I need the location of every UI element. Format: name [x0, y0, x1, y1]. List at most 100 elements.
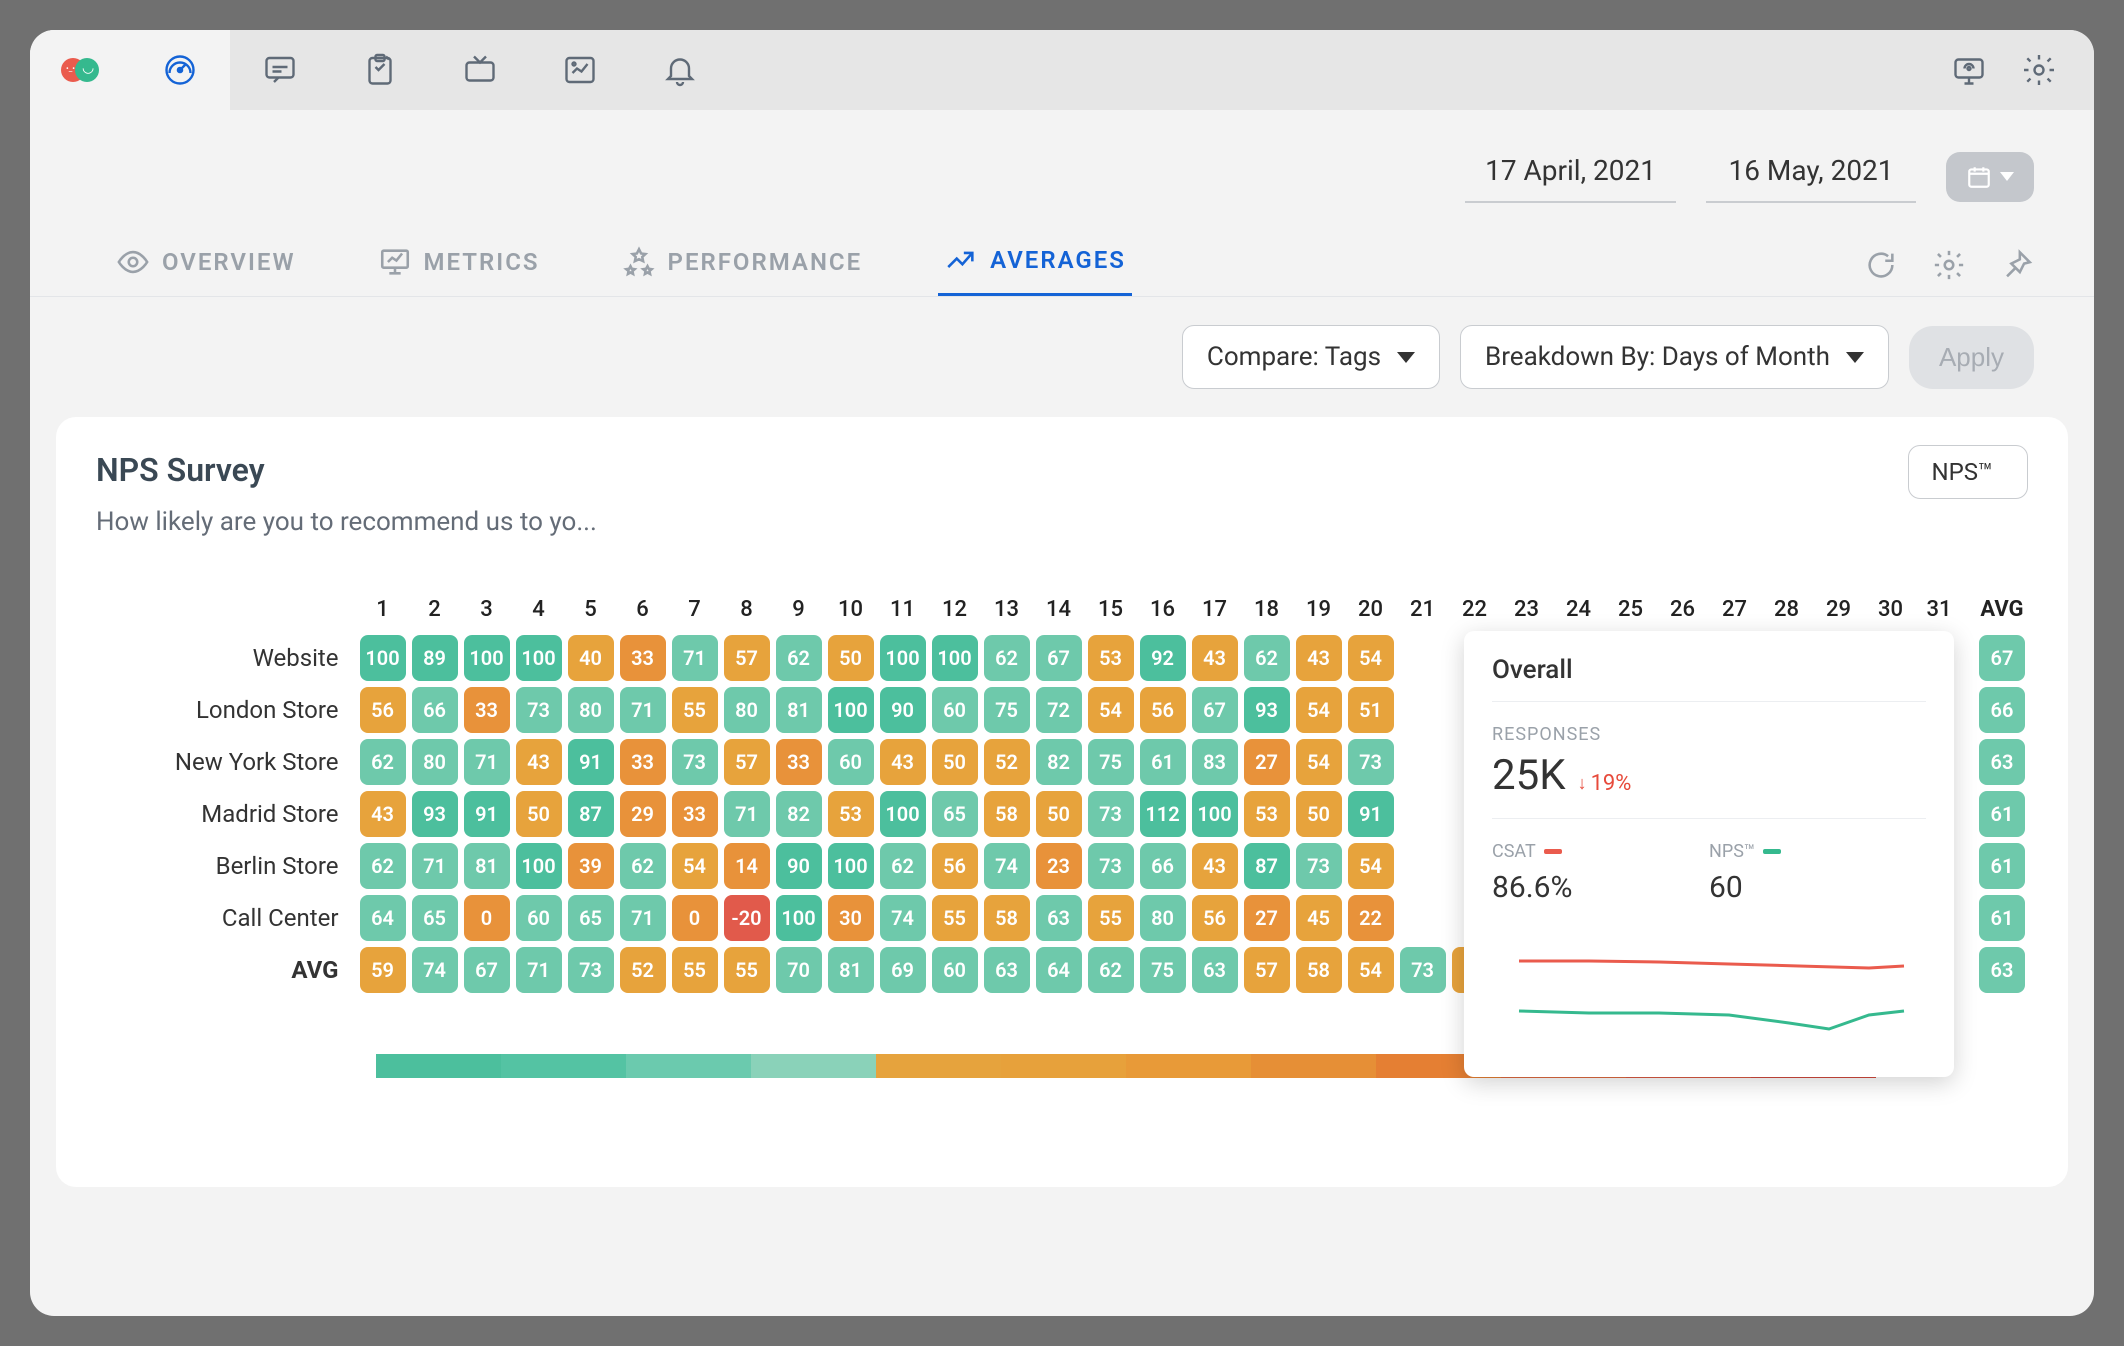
heatmap-cell[interactable]: 80: [1140, 895, 1186, 941]
heatmap-cell[interactable]: 51: [1348, 687, 1394, 733]
breakdown-select[interactable]: Breakdown By: Days of Month: [1460, 325, 1889, 389]
apply-button[interactable]: Apply: [1909, 326, 2034, 389]
heatmap-cell[interactable]: 80: [724, 687, 770, 733]
heatmap-cell[interactable]: -20: [724, 895, 770, 941]
heatmap-cell[interactable]: 100: [932, 635, 978, 681]
heatmap-cell[interactable]: 74: [984, 843, 1030, 889]
heatmap-cell[interactable]: 57: [1244, 947, 1290, 993]
heatmap-cell[interactable]: 81: [776, 687, 822, 733]
heatmap-cell[interactable]: 50: [1296, 791, 1342, 837]
heatmap-cell[interactable]: 112: [1140, 791, 1186, 837]
heatmap-cell[interactable]: 60: [932, 687, 978, 733]
nav-tv[interactable]: [430, 30, 530, 110]
refresh-icon[interactable]: [1864, 248, 1898, 282]
heatmap-cell[interactable]: 82: [776, 791, 822, 837]
heatmap-cell[interactable]: 60: [828, 739, 874, 785]
heatmap-cell[interactable]: 40: [568, 635, 614, 681]
heatmap-cell[interactable]: 23: [1036, 843, 1082, 889]
heatmap-cell[interactable]: 63: [984, 947, 1030, 993]
heatmap-cell[interactable]: 33: [620, 635, 666, 681]
heatmap-cell[interactable]: 69: [880, 947, 926, 993]
heatmap-cell[interactable]: 89: [412, 635, 458, 681]
heatmap-cell[interactable]: 45: [1296, 895, 1342, 941]
tab-performance[interactable]: PERFORMANCE: [616, 245, 869, 295]
heatmap-cell[interactable]: 71: [464, 739, 510, 785]
heatmap-cell[interactable]: 62: [1088, 947, 1134, 993]
heatmap-cell[interactable]: 63: [1192, 947, 1238, 993]
heatmap-cell[interactable]: 62: [360, 739, 406, 785]
tab-metrics[interactable]: METRICS: [372, 245, 546, 295]
nav-dashboard[interactable]: [130, 30, 230, 110]
nav-report[interactable]: [530, 30, 630, 110]
heatmap-cell[interactable]: 53: [1088, 635, 1134, 681]
nav-chat[interactable]: [230, 30, 330, 110]
heatmap-cell[interactable]: 54: [1348, 947, 1394, 993]
tab-overview[interactable]: OVERVIEW: [110, 245, 302, 295]
heatmap-cell[interactable]: 73: [672, 739, 718, 785]
heatmap-cell[interactable]: 71: [516, 947, 562, 993]
heatmap-cell[interactable]: 81: [464, 843, 510, 889]
heatmap-cell[interactable]: 90: [880, 687, 926, 733]
heatmap-cell[interactable]: 71: [620, 687, 666, 733]
heatmap-cell[interactable]: 71: [620, 895, 666, 941]
heatmap-cell[interactable]: 73: [1088, 843, 1134, 889]
heatmap-cell[interactable]: 74: [412, 947, 458, 993]
heatmap-cell[interactable]: 64: [1036, 947, 1082, 993]
heatmap-cell[interactable]: 87: [1244, 843, 1290, 889]
heatmap-cell[interactable]: 100: [776, 895, 822, 941]
heatmap-cell[interactable]: 54: [1088, 687, 1134, 733]
heatmap-cell[interactable]: 43: [516, 739, 562, 785]
heatmap-cell[interactable]: 55: [672, 687, 718, 733]
heatmap-cell[interactable]: 55: [1088, 895, 1134, 941]
heatmap-cell[interactable]: 50: [516, 791, 562, 837]
heatmap-cell[interactable]: 43: [1296, 635, 1342, 681]
heatmap-cell[interactable]: 54: [672, 843, 718, 889]
heatmap-cell[interactable]: 59: [360, 947, 406, 993]
heatmap-cell[interactable]: 0: [464, 895, 510, 941]
heatmap-cell[interactable]: 67: [1192, 687, 1238, 733]
heatmap-cell[interactable]: 60: [516, 895, 562, 941]
heatmap-cell[interactable]: 53: [1244, 791, 1290, 837]
heatmap-cell[interactable]: 27: [1244, 739, 1290, 785]
heatmap-cell[interactable]: 62: [360, 843, 406, 889]
heatmap-cell[interactable]: 29: [620, 791, 666, 837]
heatmap-cell[interactable]: 30: [828, 895, 874, 941]
heatmap-cell[interactable]: 14: [724, 843, 770, 889]
heatmap-cell[interactable]: 70: [776, 947, 822, 993]
heatmap-cell[interactable]: 82: [1036, 739, 1082, 785]
compare-select[interactable]: Compare: Tags: [1182, 325, 1440, 389]
heatmap-cell[interactable]: 50: [1036, 791, 1082, 837]
heatmap-cell[interactable]: 73: [1088, 791, 1134, 837]
heatmap-cell[interactable]: 50: [932, 739, 978, 785]
heatmap-cell[interactable]: 53: [828, 791, 874, 837]
heatmap-cell[interactable]: 75: [1140, 947, 1186, 993]
heatmap-cell[interactable]: 58: [984, 791, 1030, 837]
heatmap-cell[interactable]: 73: [1348, 739, 1394, 785]
nav-settings[interactable]: [2004, 30, 2074, 110]
heatmap-cell[interactable]: 50: [828, 635, 874, 681]
heatmap-cell[interactable]: 100: [516, 635, 562, 681]
heatmap-cell[interactable]: 91: [1348, 791, 1394, 837]
heatmap-cell[interactable]: 65: [932, 791, 978, 837]
heatmap-cell[interactable]: 43: [1192, 843, 1238, 889]
heatmap-cell[interactable]: 75: [1088, 739, 1134, 785]
heatmap-cell[interactable]: 100: [360, 635, 406, 681]
heatmap-cell[interactable]: 100: [880, 791, 926, 837]
heatmap-cell[interactable]: 100: [880, 635, 926, 681]
date-end[interactable]: 16 May, 2021: [1706, 150, 1916, 203]
heatmap-cell[interactable]: 62: [880, 843, 926, 889]
heatmap-cell[interactable]: 43: [360, 791, 406, 837]
heatmap-cell[interactable]: 60: [932, 947, 978, 993]
heatmap-cell[interactable]: 33: [464, 687, 510, 733]
heatmap-cell[interactable]: 90: [776, 843, 822, 889]
heatmap-cell[interactable]: 54: [1348, 635, 1394, 681]
heatmap-cell[interactable]: 33: [672, 791, 718, 837]
heatmap-cell[interactable]: 58: [984, 895, 1030, 941]
heatmap-cell[interactable]: 66: [412, 687, 458, 733]
calendar-button[interactable]: [1946, 152, 2034, 202]
heatmap-cell[interactable]: 56: [932, 843, 978, 889]
nav-notifications[interactable]: [630, 30, 730, 110]
heatmap-cell[interactable]: 80: [568, 687, 614, 733]
heatmap-cell[interactable]: 39: [568, 843, 614, 889]
nav-display-settings[interactable]: [1934, 30, 2004, 110]
